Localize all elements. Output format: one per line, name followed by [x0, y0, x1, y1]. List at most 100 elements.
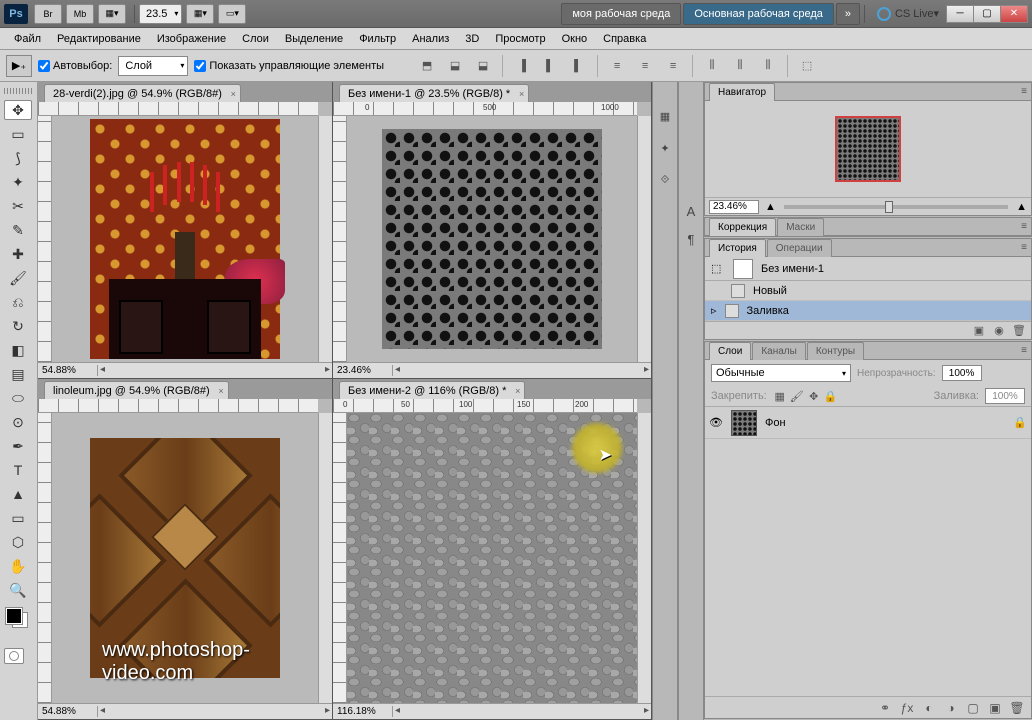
zoom-readout-0[interactable]: 54.88% — [38, 365, 98, 376]
close-icon[interactable]: × — [515, 386, 520, 396]
hand-tool[interactable]: ✋ — [4, 556, 32, 576]
history-tab[interactable]: История — [709, 239, 766, 257]
panel-menu-icon[interactable]: ≡ — [1017, 345, 1031, 356]
panel-menu-icon[interactable]: ≡ — [1017, 242, 1031, 253]
masks-tab[interactable]: Маски — [777, 218, 824, 236]
lock-all-icon[interactable]: 🔒 — [824, 389, 838, 403]
zoom-readout-1[interactable]: 23.46% — [333, 365, 393, 376]
shape-tool[interactable]: ▭ — [4, 508, 32, 528]
delete-state-icon[interactable]: 🗑 — [1011, 324, 1027, 338]
blend-mode-select[interactable]: Обычные — [711, 364, 851, 382]
brushes-icon[interactable]: ⟐ — [655, 170, 675, 190]
scrollbar-vertical[interactable] — [637, 116, 651, 362]
actions-tab[interactable]: Операции — [767, 239, 832, 257]
adjustments-tab[interactable]: Коррекция — [709, 218, 776, 236]
close-icon[interactable]: × — [519, 89, 524, 99]
quickmask-button[interactable] — [4, 648, 24, 664]
menu-window[interactable]: Окно — [554, 29, 596, 49]
ruler-horizontal[interactable] — [38, 399, 318, 413]
scrollbar-horizontal[interactable] — [98, 364, 332, 378]
menu-file[interactable]: Файл — [6, 29, 49, 49]
history-state-0[interactable]: Новый — [705, 281, 1031, 301]
distribute-vcenter-button[interactable]: ≡ — [634, 55, 656, 77]
menu-help[interactable]: Справка — [595, 29, 654, 49]
3d-tool[interactable]: ⬡ — [4, 532, 32, 552]
navigator-zoom-slider[interactable] — [784, 205, 1008, 209]
workspace-custom-button[interactable]: моя рабочая среда — [561, 3, 681, 25]
document-tab-0[interactable]: 28-verdi(2).jpg @ 54.9% (RGB/8#)× — [44, 84, 241, 102]
document-canvas-0[interactable] — [52, 116, 318, 362]
zoom-tool[interactable]: 🔍 — [4, 580, 32, 600]
align-top-button[interactable]: ⬒ — [416, 55, 438, 77]
layer-style-icon[interactable]: ƒx — [899, 700, 915, 716]
history-state-1[interactable]: ▹ Заливка — [705, 301, 1031, 321]
zoom-readout-2[interactable]: 54.88% — [38, 706, 98, 717]
ruler-vertical[interactable] — [38, 413, 52, 703]
paths-tab[interactable]: Контуры — [807, 342, 864, 360]
path-select-tool[interactable]: ▲ — [4, 484, 32, 504]
scrollbar-horizontal[interactable] — [393, 364, 651, 378]
distribute-left-button[interactable]: ⫼ — [701, 55, 723, 77]
bridge-button[interactable]: Br — [34, 4, 62, 24]
foreground-color-swatch[interactable] — [6, 608, 22, 624]
lock-image-icon[interactable]: 🖌 — [790, 389, 804, 403]
close-icon[interactable]: × — [218, 386, 223, 396]
layer-mask-icon[interactable]: ◐ — [921, 700, 937, 716]
zoom-in-icon[interactable]: ▲ — [1016, 201, 1027, 213]
scrollbar-horizontal[interactable] — [393, 705, 651, 719]
close-icon[interactable]: × — [231, 89, 236, 99]
navigator-zoom-input[interactable]: 23.46% — [709, 200, 759, 214]
menu-analysis[interactable]: Анализ — [404, 29, 457, 49]
layers-tab[interactable]: Слои — [709, 342, 751, 360]
autoselect-checkbox[interactable]: Автовыбор: — [38, 60, 112, 72]
distribute-top-button[interactable]: ≡ — [606, 55, 628, 77]
scrollbar-horizontal[interactable] — [98, 705, 332, 719]
eyedropper-tool[interactable]: ✎ — [4, 220, 32, 240]
gradient-tool[interactable]: ▤ — [4, 364, 32, 384]
maximize-button[interactable]: ▢ — [973, 5, 1001, 23]
navigator-tab[interactable]: Навигатор — [709, 83, 775, 101]
view-extras-dropdown[interactable]: ▦▾ — [98, 4, 126, 24]
document-tab-2[interactable]: linoleum.jpg @ 54.9% (RGB/8#)× — [44, 381, 229, 399]
document-canvas-2[interactable]: www.photoshop-video.com — [52, 413, 318, 703]
quick-select-tool[interactable]: ✦ — [4, 172, 32, 192]
minibridge-button[interactable]: Mb — [66, 4, 94, 24]
crop-tool[interactable]: ✂ — [4, 196, 32, 216]
align-hcenter-button[interactable]: ▌ — [539, 55, 561, 77]
distribute-right-button[interactable]: ⫼ — [757, 55, 779, 77]
distribute-hcenter-button[interactable]: ⫼ — [729, 55, 751, 77]
align-vcenter-button[interactable]: ⬓ — [444, 55, 466, 77]
ruler-vertical[interactable] — [333, 116, 347, 362]
align-bottom-button[interactable]: ⬓ — [472, 55, 494, 77]
styles-icon[interactable]: ✦ — [655, 138, 675, 158]
group-icon[interactable]: ▢ — [965, 700, 981, 716]
menu-select[interactable]: Выделение — [277, 29, 351, 49]
cslive-button[interactable]: CS Live ▾ — [877, 7, 939, 21]
menu-image[interactable]: Изображение — [149, 29, 234, 49]
zoom-level-dropdown[interactable]: 23.5 — [139, 4, 182, 24]
swatches-icon[interactable]: ▦ — [655, 106, 675, 126]
panel-menu-icon[interactable]: ≡ — [1017, 86, 1031, 97]
document-tab-1[interactable]: Без имени-1 @ 23.5% (RGB/8) *× — [339, 84, 529, 102]
ruler-horizontal[interactable]: 0 500 1000 — [333, 102, 637, 116]
transform-controls-checkbox[interactable]: Показать управляющие элементы — [194, 60, 384, 72]
brush-tool[interactable]: 🖌 — [4, 268, 32, 288]
stamp-tool[interactable]: ⎌ — [4, 292, 32, 312]
lock-position-icon[interactable]: ✥ — [807, 389, 821, 403]
link-layers-icon[interactable]: ⚭ — [877, 700, 893, 716]
eraser-tool[interactable]: ◧ — [4, 340, 32, 360]
document-canvas-3[interactable]: ➤ — [347, 413, 637, 703]
fill-input[interactable]: 100% — [985, 388, 1025, 404]
type-tool[interactable]: T — [4, 460, 32, 480]
navigator-thumbnail[interactable] — [835, 116, 901, 182]
adjustment-layer-icon[interactable]: ◑ — [943, 700, 959, 716]
current-tool-icon[interactable]: ▶₊ — [6, 55, 32, 77]
menu-filter[interactable]: Фильтр — [351, 29, 404, 49]
menu-3d[interactable]: 3D — [457, 29, 487, 49]
pen-tool[interactable]: ✒ — [4, 436, 32, 456]
ruler-horizontal[interactable]: 0 50 100 150 200 — [333, 399, 637, 413]
screen-mode-dropdown[interactable]: ▭▾ — [218, 4, 246, 24]
workspace-more-button[interactable]: » — [836, 3, 860, 25]
ruler-vertical[interactable] — [333, 413, 347, 703]
ruler-horizontal[interactable] — [38, 102, 318, 116]
